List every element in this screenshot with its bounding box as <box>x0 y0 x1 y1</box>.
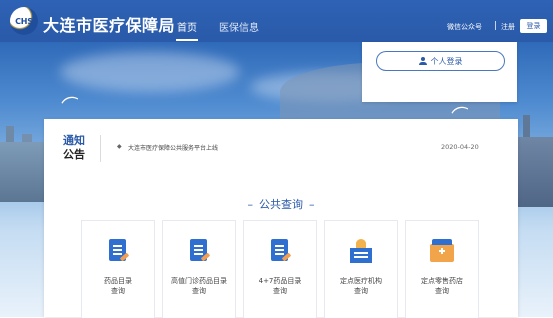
notice-heading: 通知 公告 <box>63 134 93 162</box>
login-button[interactable]: 登录 <box>520 19 547 33</box>
wechat-official-account-link[interactable]: 微信公众号 <box>447 22 482 32</box>
tile-label-line1: 4+7药品目录 <box>258 277 302 285</box>
register-link[interactable]: 注册 <box>501 22 515 32</box>
chs-logo[interactable]: CHS <box>10 7 38 35</box>
hospital-icon <box>349 238 373 266</box>
personal-login-label: 个人登录 <box>430 56 463 66</box>
tile-4plus7-drug-catalog-query[interactable]: 4+7药品目录 查询 <box>243 220 317 318</box>
personal-login-button[interactable]: 个人登录 <box>376 51 505 71</box>
notice-heading-line2: 公告 <box>63 148 85 161</box>
tile-label-line2: 查询 <box>111 287 125 295</box>
notice-divider <box>100 135 101 162</box>
tile-designated-retail-pharmacy-query[interactable]: 定点零售药店 查询 <box>405 220 479 318</box>
main-content-card: 通知 公告 ◆ 大连市医疗保障公共服务平台上线 2020-04-20 – 公共查询… <box>44 119 518 318</box>
notice-item-date: 2020-04-20 <box>441 143 479 151</box>
public-query-heading: – 公共查询 – <box>44 196 518 212</box>
tile-label-line1: 药品目录 <box>104 277 132 285</box>
dash-decoration: – <box>309 198 315 211</box>
nav-medical-insurance-info[interactable]: 医保信息 <box>219 19 259 34</box>
tile-label: 定点零售药店 查询 <box>406 276 478 296</box>
tile-label-line1: 定点医疗机构 <box>340 277 382 285</box>
site-title[interactable]: 大连市医疗保障局 <box>43 12 175 36</box>
document-icon <box>187 238 211 266</box>
pharmacy-icon <box>430 238 454 266</box>
notice-item-link[interactable]: 大连市医疗保障公共服务平台上线 <box>128 143 218 152</box>
tile-label: 药品目录 查询 <box>82 276 154 296</box>
city-skyline-right <box>515 115 553 207</box>
document-icon <box>268 238 292 266</box>
cloud <box>60 52 240 92</box>
bullet-icon: ◆ <box>117 143 122 150</box>
top-navigation-bar: CHS 大连市医疗保障局 首页 医保信息 微信公众号 注册 登录 <box>0 0 553 42</box>
tile-label-line2: 查询 <box>435 287 449 295</box>
nav-home[interactable]: 首页 <box>176 19 198 41</box>
tile-label-line2: 查询 <box>273 287 287 295</box>
logo-text: CHS <box>15 16 33 26</box>
tile-label-line2: 查询 <box>354 287 368 295</box>
tile-label-line2: 查询 <box>192 287 206 295</box>
dash-decoration: – <box>247 198 254 211</box>
tile-label: 高值门诊药品目录 查询 <box>163 276 235 296</box>
login-panel: 个人登录 <box>362 42 517 102</box>
public-query-title: 公共查询 <box>259 198 303 211</box>
tile-label-line1: 高值门诊药品目录 <box>171 277 227 285</box>
document-icon <box>106 238 130 266</box>
tile-label-line1: 定点零售药店 <box>421 277 463 285</box>
tile-drug-catalog-query[interactable]: 药品目录 查询 <box>81 220 155 318</box>
notice-heading-line1: 通知 <box>63 134 85 147</box>
tile-label: 4+7药品目录 查询 <box>244 276 316 296</box>
seagull-icon: ⌒ <box>59 93 83 119</box>
header-separator <box>495 21 496 30</box>
city-skyline-left <box>0 126 46 202</box>
tile-label: 定点医疗机构 查询 <box>325 276 397 296</box>
tile-high-value-outpatient-drug-query[interactable]: 高值门诊药品目录 查询 <box>162 220 236 318</box>
tile-designated-medical-institution-query[interactable]: 定点医疗机构 查询 <box>324 220 398 318</box>
user-icon <box>418 57 427 65</box>
